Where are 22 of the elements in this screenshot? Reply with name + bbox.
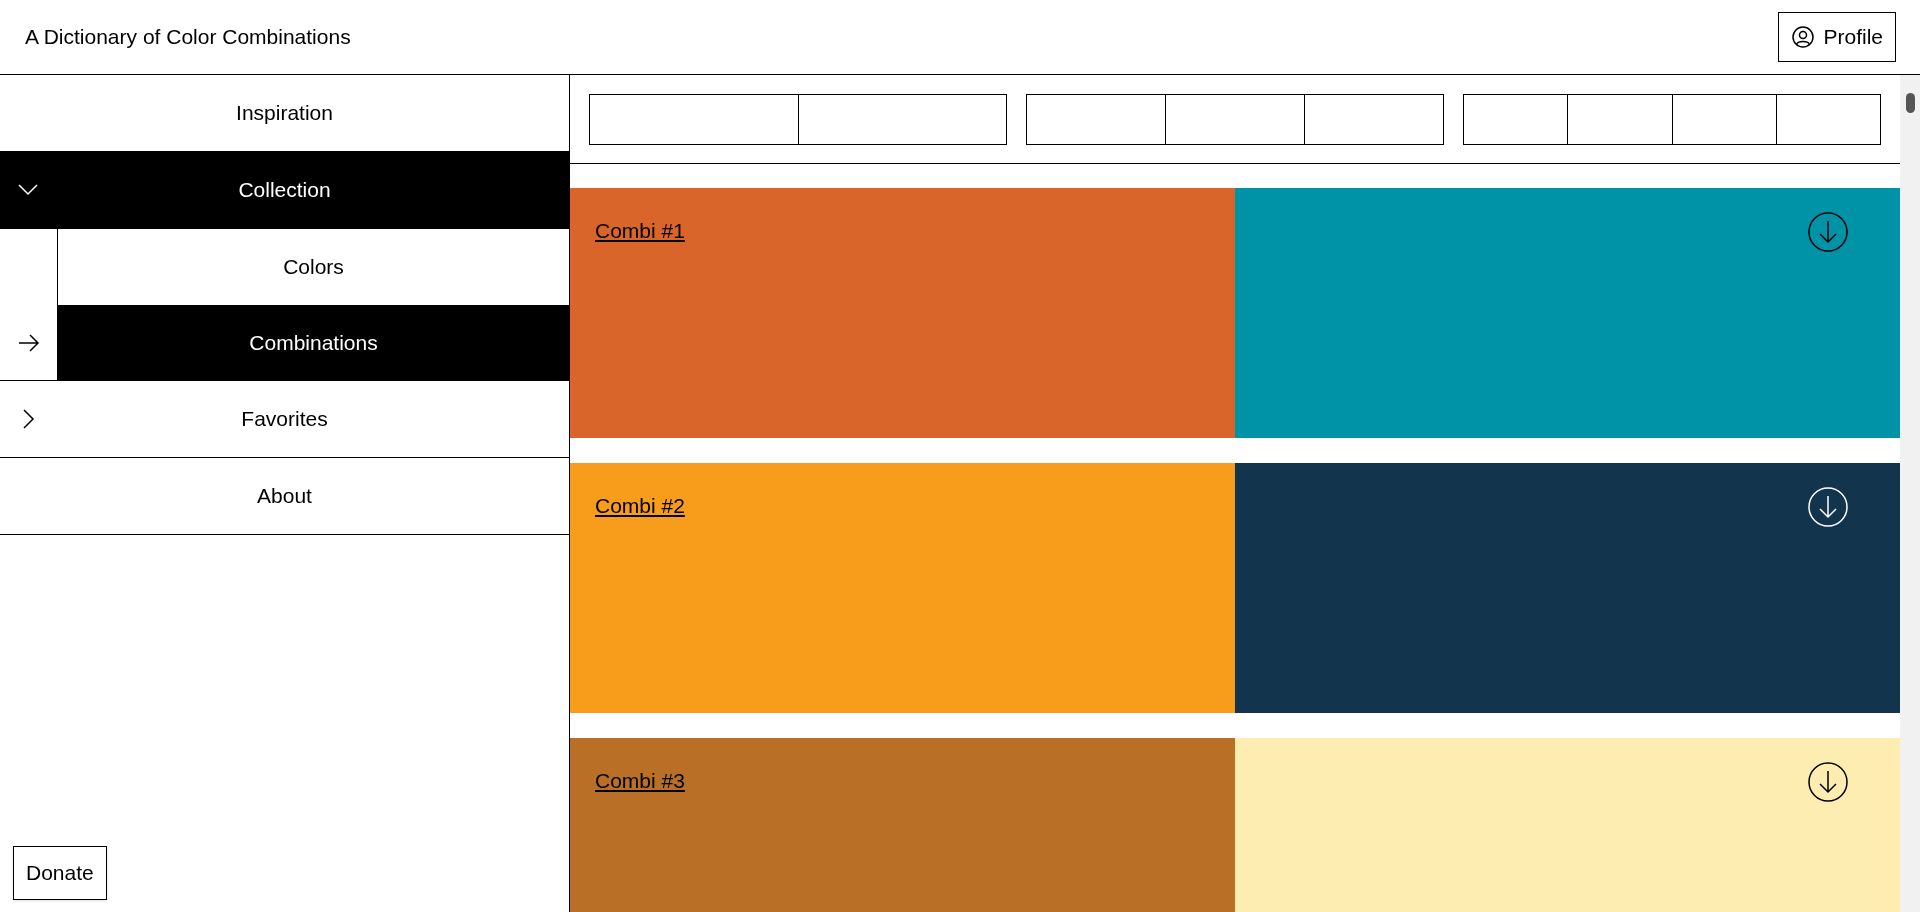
donate-button[interactable]: Donate <box>13 846 107 900</box>
scrollbar-thumb[interactable] <box>1905 93 1915 113</box>
filter-segment[interactable] <box>1463 93 1569 145</box>
filter-segment[interactable] <box>1305 93 1444 145</box>
filter-segment[interactable] <box>1776 93 1881 145</box>
filter-segment[interactable] <box>1672 93 1777 145</box>
filter-segment[interactable] <box>798 93 1007 145</box>
user-icon <box>1791 25 1816 49</box>
filter-segment[interactable] <box>1568 93 1673 145</box>
filter-segment[interactable] <box>1026 93 1166 145</box>
filter-segment[interactable] <box>1166 93 1305 145</box>
site-title: A Dictionary of Color Combinations <box>25 24 351 51</box>
combination-link[interactable]: Combi #1 <box>595 215 685 247</box>
arrow-right-icon <box>17 333 40 352</box>
profile-button[interactable]: Profile <box>1778 12 1896 62</box>
download-icon[interactable] <box>1808 762 1848 802</box>
sidebar-item[interactable]: Collection <box>0 152 569 229</box>
combination-link[interactable]: Combi #3 <box>595 765 685 797</box>
scrollbar[interactable] <box>1900 75 1920 912</box>
filter-segment[interactable] <box>589 93 799 145</box>
combination-link[interactable]: Combi #2 <box>595 490 685 522</box>
sidebar-subitem[interactable]: Combinations <box>58 305 569 380</box>
